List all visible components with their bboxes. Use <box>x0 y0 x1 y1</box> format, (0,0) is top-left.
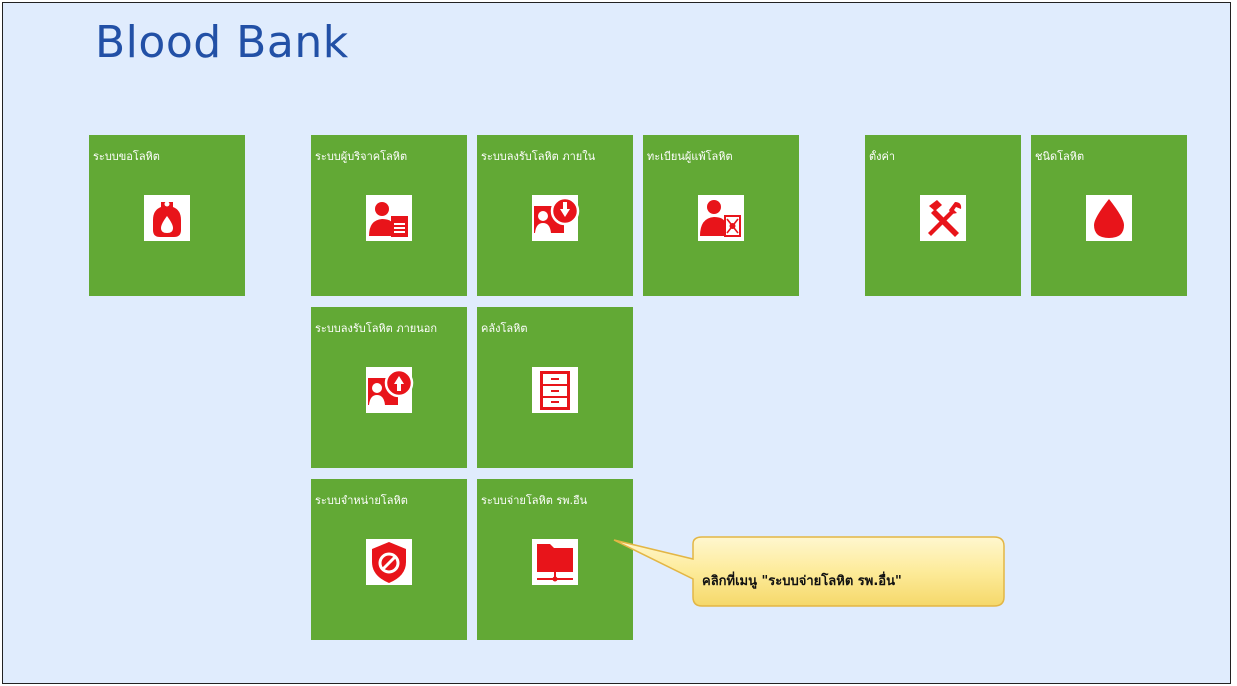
tile-blood-type[interactable]: ชนิดโลหิต <box>1031 135 1187 296</box>
tile-label: ระบบขอโลหิต <box>93 150 160 163</box>
tile-blood-request[interactable]: ระบบขอโลหิต <box>89 135 245 296</box>
receive-in-icon <box>527 190 583 246</box>
tile-blood-disposal[interactable]: ระบบจำหน่ายโลหิต <box>311 479 467 640</box>
tile-dispense-other-hospital[interactable]: ระบบจ่ายโลหิต รพ.อื่น <box>477 479 633 640</box>
tile-donor-system[interactable]: ระบบผู้บริจาคโลหิต <box>311 135 467 296</box>
tile-label: คลังโลหิต <box>481 322 528 335</box>
tile-label: ทะเบียนผู้แพ้โลหิต <box>647 150 733 163</box>
tile-label: ระบบจ่ายโลหิต รพ.อื่น <box>481 494 588 507</box>
tile-label: ระบบผู้บริจาคโลหิต <box>315 150 408 163</box>
callout-text: คลิกที่เมนู "ระบบจ่ายโลหิต รพ.อื่น" <box>702 574 902 589</box>
instruction-callout: คลิกที่เมนู "ระบบจ่ายโลหิต รพ.อื่น" <box>612 534 1008 616</box>
cabinet-icon <box>527 362 583 418</box>
blood-drop-icon <box>1081 190 1137 246</box>
tile-label: ระบบลงรับโลหิต ภายใน <box>481 150 596 163</box>
prohibited-shield-icon <box>361 534 417 590</box>
tile-label: ระบบลงรับโลหิต ภายนอก <box>315 322 437 335</box>
tile-label: ตั้งค่า <box>869 150 896 163</box>
allergy-registry-icon <box>693 190 749 246</box>
tile-allergy-registry[interactable]: ทะเบียนผู้แพ้โลหิต <box>643 135 799 296</box>
tile-receive-internal[interactable]: ระบบลงรับโลหิต ภายใน <box>477 135 633 296</box>
tile-label: ชนิดโลหิต <box>1035 150 1085 163</box>
receive-out-icon <box>361 362 417 418</box>
network-folder-icon <box>527 534 583 590</box>
tile-settings[interactable]: ตั้งค่า <box>865 135 1021 296</box>
blood-bag-icon <box>139 190 195 246</box>
tile-blood-storage[interactable]: คลังโลหิต <box>477 307 633 468</box>
page-title: Blood Bank <box>95 17 349 68</box>
tile-label: ระบบจำหน่ายโลหิต <box>315 494 408 507</box>
donor-document-icon <box>361 190 417 246</box>
tile-receive-external[interactable]: ระบบลงรับโลหิต ภายนอก <box>311 307 467 468</box>
settings-tools-icon <box>915 190 971 246</box>
